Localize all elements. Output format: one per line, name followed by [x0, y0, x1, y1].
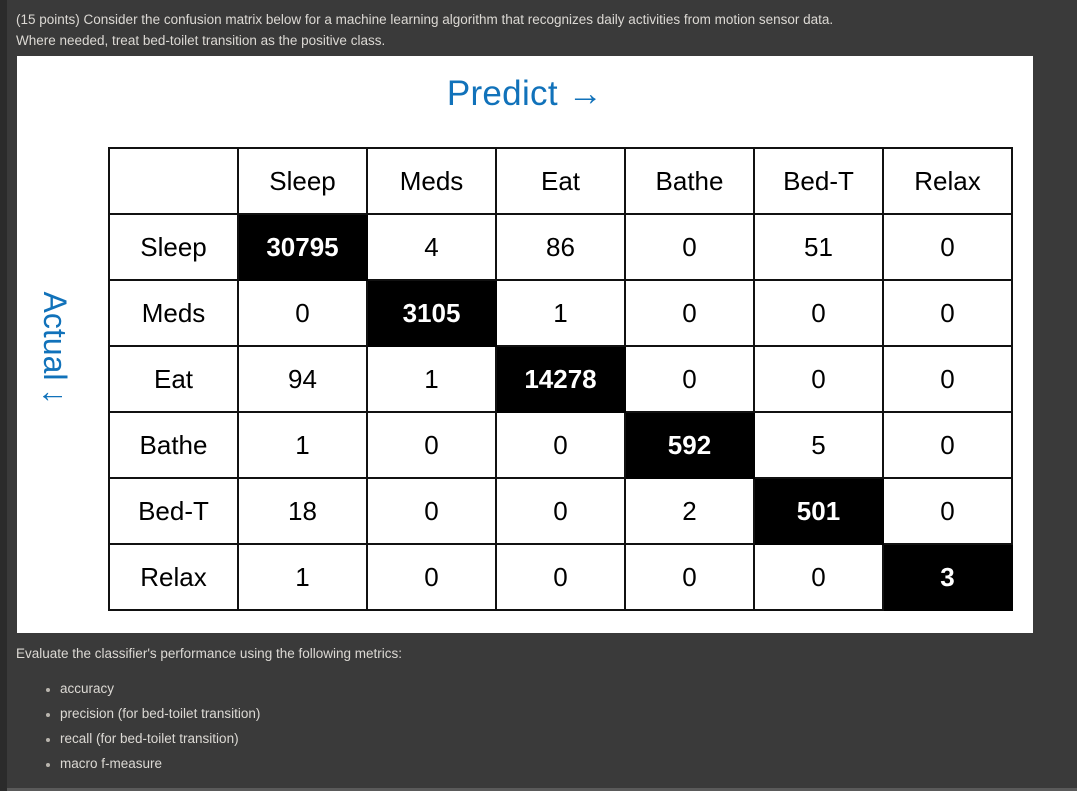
matrix-column-header: Eat — [495, 147, 626, 215]
matrix-cell: 5 — [753, 411, 884, 479]
matrix-row: Eat 94 1 14278 0 0 0 — [108, 345, 1013, 413]
actual-axis-title: Actual ↓ — [37, 248, 73, 448]
matrix-row-header: Sleep — [108, 213, 239, 281]
matrix-cell: 18 — [237, 477, 368, 545]
matrix-row-header: Bed-T — [108, 477, 239, 545]
matrix-row: Bed-T 18 0 0 2 501 0 — [108, 477, 1013, 545]
metrics-list-item: recall (for bed-toilet transition) — [60, 726, 1077, 751]
matrix-cell: 0 — [624, 213, 755, 281]
actual-axis-label-text: Actual — [37, 291, 73, 381]
matrix-row: Bathe 1 0 0 592 5 0 — [108, 411, 1013, 479]
metrics-list: accuracyprecision (for bed-toilet transi… — [16, 676, 1077, 776]
matrix-cell: 94 — [237, 345, 368, 413]
predict-axis-title: Predict → — [446, 74, 604, 113]
matrix-row: Meds 0 3105 1 0 0 0 — [108, 279, 1013, 347]
matrix-cell: 1 — [366, 345, 497, 413]
matrix-column-header: Sleep — [237, 147, 368, 215]
metrics-lead-text: Evaluate the classifier's performance us… — [16, 646, 403, 661]
matrix-cell: 0 — [366, 543, 497, 611]
matrix-cell: 0 — [624, 543, 755, 611]
matrix-column-header: Relax — [882, 147, 1013, 215]
metrics-list-item: accuracy — [60, 676, 1077, 701]
matrix-row-header: Meds — [108, 279, 239, 347]
matrix-column-header: Bed-T — [753, 147, 884, 215]
matrix-cell: 0 — [882, 345, 1013, 413]
prompt-line-2: Where needed, treat bed-toilet transitio… — [16, 33, 386, 48]
matrix-cell: 1 — [237, 411, 368, 479]
down-arrow-icon: ↓ — [37, 388, 73, 405]
question-page: (15 points) Consider the confusion matri… — [7, 0, 1077, 791]
matrix-cell: 0 — [495, 543, 626, 611]
matrix-cell-diagonal: 592 — [624, 411, 755, 479]
matrix-row: Sleep 30795 4 86 0 51 0 — [108, 213, 1013, 281]
matrix-row-header: Bathe — [108, 411, 239, 479]
metrics-list-item: precision (for bed-toilet transition) — [60, 701, 1077, 726]
matrix-header-row: Sleep Meds Eat Bathe Bed-T Relax — [108, 147, 1013, 215]
matrix-cell: 0 — [882, 213, 1013, 281]
matrix-cell: 0 — [366, 477, 497, 545]
metrics-list-item: macro f-measure — [60, 751, 1077, 776]
confusion-matrix-table: Sleep Meds Eat Bathe Bed-T Relax Sleep 30795 4 86… — [108, 147, 1013, 611]
matrix-cell: 0 — [753, 543, 884, 611]
question-prompt: (15 points) Consider the confusion matri… — [7, 0, 1077, 51]
matrix-cell: 0 — [495, 411, 626, 479]
matrix-cell: 0 — [882, 411, 1013, 479]
matrix-corner-cell — [108, 147, 239, 215]
matrix-row: Relax 1 0 0 0 0 3 — [108, 543, 1013, 611]
left-gutter-strip — [0, 0, 7, 791]
matrix-cell-diagonal: 14278 — [495, 345, 626, 413]
matrix-column-header: Meds — [366, 147, 497, 215]
matrix-cell: 0 — [624, 279, 755, 347]
matrix-cell: 0 — [366, 411, 497, 479]
matrix-cell: 0 — [753, 279, 884, 347]
matrix-cell: 2 — [624, 477, 755, 545]
matrix-cell: 0 — [495, 477, 626, 545]
matrix-cell: 86 — [495, 213, 626, 281]
matrix-cell: 0 — [882, 477, 1013, 545]
matrix-row-header: Relax — [108, 543, 239, 611]
matrix-column-header: Bathe — [624, 147, 755, 215]
matrix-cell-diagonal: 3 — [882, 543, 1013, 611]
matrix-cell: 1 — [495, 279, 626, 347]
matrix-cell-diagonal: 30795 — [237, 213, 368, 281]
matrix-cell: 4 — [366, 213, 497, 281]
matrix-cell: 0 — [237, 279, 368, 347]
matrix-area: Actual↓ Sleep Meds Eat Bathe Bed-T Relax Sleep… — [17, 136, 1033, 626]
matrix-cell: 1 — [237, 543, 368, 611]
matrix-cell: 0 — [882, 279, 1013, 347]
matrix-cell-diagonal: 3105 — [366, 279, 497, 347]
matrix-cell: 51 — [753, 213, 884, 281]
prompt-line-1: (15 points) Consider the confusion matri… — [16, 12, 834, 27]
matrix-cell-diagonal: 501 — [753, 477, 884, 545]
matrix-cell: 0 — [753, 345, 884, 413]
metrics-section: Evaluate the classifier's performance us… — [7, 644, 1077, 776]
confusion-matrix-body: Sleep Meds Eat Bathe Bed-T Relax Sleep 30795 4 86… — [108, 147, 1013, 611]
matrix-row-header: Eat — [108, 345, 239, 413]
confusion-matrix-panel: Predict → Actual↓ Sleep Meds Eat Bathe Bed-T… — [17, 56, 1033, 633]
matrix-cell: 0 — [624, 345, 755, 413]
